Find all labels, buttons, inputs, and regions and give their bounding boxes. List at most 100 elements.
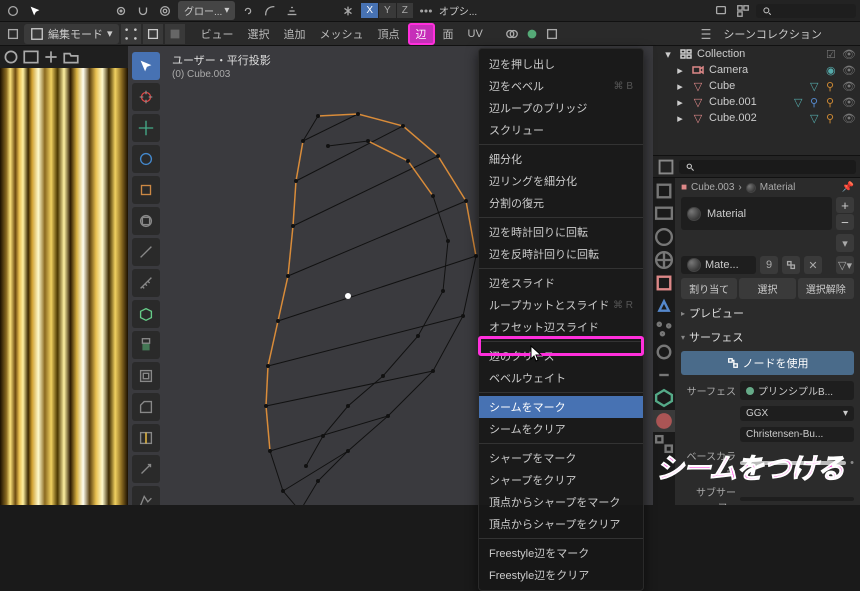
eye-icon[interactable]: 👁: [842, 64, 856, 77]
image-icon[interactable]: [22, 48, 40, 66]
ctx-menu-item[interactable]: Freestyle辺をマーク: [479, 542, 643, 564]
ctx-menu-item[interactable]: 辺を押し出し: [479, 53, 643, 75]
ctx-menu-item[interactable]: ベベルウェイト: [479, 367, 643, 389]
unlink-icon[interactable]: ✕: [804, 256, 822, 274]
ctx-menu-item[interactable]: オフセット辺スライド: [479, 316, 643, 338]
add-material-button[interactable]: +: [836, 197, 854, 213]
xray-icon[interactable]: [543, 25, 561, 43]
menu-select[interactable]: 選択: [242, 23, 276, 45]
sss-method-dropdown[interactable]: Christensen-Bu...: [740, 427, 854, 442]
butterfly-icon[interactable]: [339, 2, 357, 20]
mode-select[interactable]: 編集モード▾: [24, 24, 119, 44]
editor-type-icon[interactable]: [4, 25, 22, 43]
select-tool[interactable]: [132, 52, 160, 80]
ctx-menu-item[interactable]: シームをマーク: [479, 396, 643, 418]
ctx-menu-item[interactable]: 辺をベベル⌘ B: [479, 75, 643, 97]
material-name-field[interactable]: Mate...: [681, 256, 756, 274]
header-search[interactable]: [756, 4, 856, 18]
axis-y[interactable]: Y: [379, 3, 396, 18]
pivot-icon[interactable]: [112, 2, 130, 20]
transform-tool[interactable]: [132, 207, 160, 235]
filter-icon[interactable]: [734, 2, 752, 20]
ctx-menu-item[interactable]: 辺を時計回りに回転: [479, 221, 643, 243]
pin-icon[interactable]: 📌: [842, 182, 854, 193]
disclosure-icon[interactable]: ▸: [673, 63, 687, 77]
sync-icon[interactable]: [2, 48, 20, 66]
surface-panel-header[interactable]: ▾サーフェス: [681, 327, 854, 347]
modifier-tab-icon[interactable]: [653, 295, 675, 317]
axis-x[interactable]: X: [361, 3, 378, 18]
ctx-menu-item[interactable]: 細分化: [479, 148, 643, 170]
ctx-menu-item[interactable]: 分割の復元: [479, 192, 643, 214]
browse-icon[interactable]: ▽▾: [836, 256, 854, 274]
scale-tool[interactable]: [132, 176, 160, 204]
edge-select-icon[interactable]: [143, 24, 163, 44]
open-icon[interactable]: [62, 48, 80, 66]
mesh-tab-icon[interactable]: [653, 387, 675, 409]
preview-panel-header[interactable]: ▸プレビュー: [681, 303, 854, 323]
ctx-menu-item[interactable]: Freestyle辺をクリア: [479, 564, 643, 586]
polybuild-tool[interactable]: [132, 486, 160, 505]
menu-edge[interactable]: 辺: [408, 23, 435, 45]
measure-tool[interactable]: [132, 269, 160, 297]
disclosure-icon[interactable]: ▸: [673, 111, 687, 125]
props-editor-icon[interactable]: [657, 158, 675, 176]
menu-vertex[interactable]: 頂点: [372, 23, 406, 45]
add-cube-tool[interactable]: [132, 300, 160, 328]
render-tab-icon[interactable]: [653, 180, 675, 202]
ctx-menu-item[interactable]: 辺リングを細分化: [479, 170, 643, 192]
shading-icon[interactable]: [523, 25, 541, 43]
distribution-dropdown[interactable]: GGX▾: [740, 406, 854, 421]
ctx-menu-item[interactable]: 辺を反時計回りに回転: [479, 243, 643, 265]
ctx-menu-item[interactable]: ループカットとスライド⌘ R: [479, 294, 643, 316]
select-button[interactable]: 選択: [739, 278, 795, 299]
vertex-select-icon[interactable]: [121, 24, 141, 44]
particle-tab-icon[interactable]: [653, 318, 675, 340]
inset-tool[interactable]: [132, 362, 160, 390]
surface-shader-dropdown[interactable]: プリンシプルB...: [740, 381, 854, 400]
orientation-dropdown[interactable]: グロー...▾: [178, 1, 235, 20]
outliner-cube002[interactable]: ▸ ▽ Cube.002 ▽⚲👁: [653, 110, 860, 126]
disclosure-icon[interactable]: ▸: [673, 95, 687, 109]
move-tool[interactable]: [132, 114, 160, 142]
bevel-tool[interactable]: [132, 393, 160, 421]
ctx-menu-item[interactable]: 辺をスライド: [479, 272, 643, 294]
rotate-tool[interactable]: [132, 145, 160, 173]
extrude-tool[interactable]: [132, 331, 160, 359]
scene-tab-icon[interactable]: [653, 226, 675, 248]
menu-add[interactable]: 追加: [278, 23, 312, 45]
knife-tool[interactable]: [132, 455, 160, 483]
world-tab-icon[interactable]: [653, 249, 675, 271]
face-select-icon[interactable]: [165, 24, 185, 44]
outliner-camera[interactable]: ▸ Camera ◉👁: [653, 62, 860, 78]
outliner-cube001[interactable]: ▸ ▽ Cube.001 ▽⚲⚲👁: [653, 94, 860, 110]
new-icon[interactable]: [42, 48, 60, 66]
output-tab-icon[interactable]: [653, 203, 675, 225]
eye-icon[interactable]: 👁: [842, 80, 856, 93]
annotate-tool[interactable]: [132, 238, 160, 266]
axis-z[interactable]: Z: [397, 3, 413, 18]
options-icon[interactable]: [417, 2, 435, 20]
menu-face[interactable]: 面: [437, 23, 460, 45]
ctx-menu-item[interactable]: 辺ループのブリッジ: [479, 97, 643, 119]
ctx-menu-item[interactable]: 頂点からシャープをマーク: [479, 491, 643, 513]
snap-icon[interactable]: [134, 2, 152, 20]
breadcrumb-object[interactable]: Cube.003: [691, 182, 734, 193]
loopcut-tool[interactable]: [132, 424, 160, 452]
ctx-menu-item[interactable]: 辺のクリース: [479, 345, 643, 367]
subsurface-slider[interactable]: [740, 497, 854, 501]
breadcrumb-material[interactable]: Material: [760, 182, 796, 193]
physics-tab-icon[interactable]: [653, 341, 675, 363]
use-nodes-button[interactable]: ノードを使用: [681, 351, 854, 375]
material-menu-icon[interactable]: ▾: [836, 234, 854, 252]
assign-button[interactable]: 割り当て: [681, 278, 737, 299]
cursor-icon[interactable]: [26, 2, 44, 20]
falloff-icon[interactable]: [283, 2, 301, 20]
eye-icon[interactable]: 👁: [842, 48, 856, 61]
ctx-menu-item[interactable]: シャープをマーク: [479, 447, 643, 469]
disclosure-icon[interactable]: ▸: [673, 79, 687, 93]
remove-material-button[interactable]: −: [836, 214, 854, 230]
outliner-editor-icon[interactable]: [697, 25, 715, 43]
display-icon[interactable]: [712, 2, 730, 20]
curve-icon[interactable]: [261, 2, 279, 20]
